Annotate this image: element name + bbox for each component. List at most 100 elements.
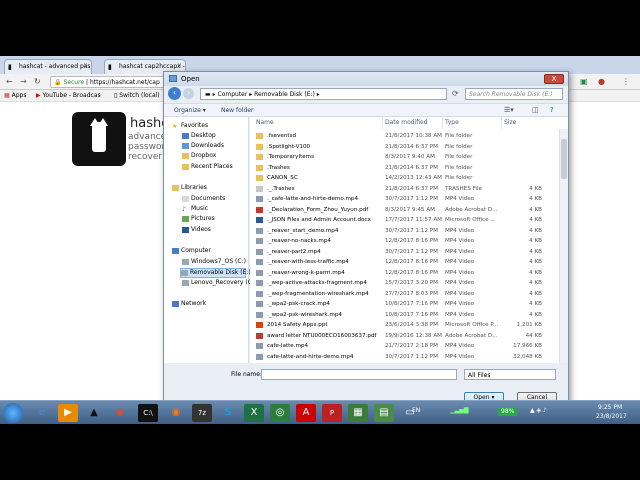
- dialog-close-button[interactable]: X: [544, 74, 564, 84]
- nav-computer[interactable]: Computer: [172, 247, 211, 257]
- file-row[interactable]: ._reaver-wrong-k-parm.mp4 12/8/2017 8:16 …: [250, 268, 550, 278]
- nav-music[interactable]: ♪ Music: [182, 205, 208, 215]
- breadcrumb-computer[interactable]: Computer: [218, 91, 248, 98]
- opera-extension-icon[interactable]: ●: [598, 77, 605, 86]
- file-row[interactable]: ._wep-fragmentation-wireshark.mp4 27/7/20…: [250, 289, 550, 299]
- file-row[interactable]: 2014 Safety Apps.ppt 23/6/2014 3:38 PM Mic…: [250, 320, 550, 330]
- menu-icon[interactable]: ⋮: [622, 77, 630, 86]
- file-row[interactable]: CANON_SC 14/2/2013 12:43 AM File folder: [250, 173, 550, 183]
- scrollbar-thumb[interactable]: [561, 139, 567, 179]
- nav-videos[interactable]: Videos: [182, 226, 211, 236]
- terminal-icon[interactable]: C:\: [138, 404, 158, 422]
- nav-dropbox[interactable]: Dropbox: [182, 152, 216, 162]
- acrobat-icon[interactable]: A: [296, 404, 316, 422]
- url-bar[interactable]: 🔒 Secure | https://hashcat.net/cap: [50, 76, 168, 88]
- dialog-title-bar[interactable]: Open X: [164, 72, 568, 86]
- view-options-icon[interactable]: ☰▾: [504, 106, 514, 114]
- file-size: 44 KB: [525, 332, 542, 339]
- clock-time[interactable]: 9:25 PM: [598, 404, 622, 411]
- reload-icon[interactable]: ↻: [34, 77, 41, 86]
- nav-recent-places[interactable]: Recent Places: [182, 163, 233, 173]
- column-header-name[interactable]: Name: [256, 119, 274, 126]
- file-row[interactable]: ._.Trashes 21/8/2014 6:37 PM TRASHES File 4…: [250, 184, 550, 194]
- nav-pictures[interactable]: Pictures: [182, 215, 215, 225]
- new-folder-button[interactable]: New folder: [221, 107, 253, 114]
- browser-tab[interactable]: ▮ hashcat - advanced pas ×: [4, 59, 92, 74]
- file-row[interactable]: .Trashes 21/8/2014 6:37 PM File folder: [250, 163, 550, 173]
- column-separator[interactable]: [442, 117, 443, 129]
- address-bar[interactable]: ▬ ▸ Computer ▸ Removable Disk (E:) ▸: [200, 88, 447, 100]
- bookmark-apps[interactable]: ▦ Apps: [4, 92, 26, 99]
- nav-favorites[interactable]: ★ Favorites: [172, 122, 208, 132]
- file-type-select[interactable]: All Files: [464, 369, 556, 380]
- refresh-icon[interactable]: ⟳: [452, 89, 459, 98]
- close-tab-icon[interactable]: ×: [83, 62, 88, 69]
- file-name: ._wpa2-psk-wireshark.mp4: [267, 311, 342, 318]
- file-row[interactable]: .TemporaryItems 8/3/2017 9:40 AM File fold…: [250, 152, 550, 162]
- preview-pane-icon[interactable]: ◫: [532, 106, 539, 114]
- start-button[interactable]: [3, 403, 23, 423]
- firefox-icon[interactable]: ◉: [166, 404, 186, 422]
- file-row[interactable]: ._reaver-with-less-traffic.mp4 12/8/2017 …: [250, 257, 550, 267]
- file-row[interactable]: cafe-latte-and-hirte-demo.mp4 30/7/2017 1…: [250, 352, 550, 362]
- nav-documents[interactable]: Documents: [182, 195, 225, 205]
- nav-libraries[interactable]: Libraries: [172, 184, 207, 194]
- file-row[interactable]: ._wpa2-psk-wireshark.mp4 10/8/2017 7:16 P…: [250, 310, 550, 320]
- tray-icons[interactable]: ▲ ◈ ♪: [530, 407, 547, 414]
- nav-desktop[interactable]: Desktop: [182, 132, 216, 142]
- file-row[interactable]: .Spotlight-V100 21/8/2014 6:37 PM File fol…: [250, 142, 550, 152]
- file-row[interactable]: ._JSON Files and Admin Account.docx 17/7/…: [250, 215, 550, 225]
- column-separator[interactable]: [382, 117, 383, 129]
- file-row[interactable]: cafe-latte.mp4 21/7/2017 2:18 PM MP4 Video…: [250, 341, 550, 351]
- chrome-icon[interactable]: ◉: [110, 404, 130, 422]
- forward-button[interactable]: ›: [183, 88, 194, 99]
- excel-icon[interactable]: X: [244, 404, 264, 422]
- battery-indicator[interactable]: 98%: [498, 407, 518, 416]
- nav-windows-drive[interactable]: Windows7_OS (C:): [182, 258, 246, 268]
- nav-lenovo-recovery[interactable]: Lenovo_Recovery (C: [182, 279, 252, 289]
- vertical-scrollbar[interactable]: [559, 129, 568, 363]
- signal-icon[interactable]: ▁▃▅▇: [450, 407, 468, 414]
- file-row[interactable]: award letter NTU000ECO16003637.pdf 19/9/2…: [250, 331, 550, 341]
- extension-icon[interactable]: ▣: [580, 77, 588, 86]
- file-row[interactable]: ._cafe-latte-and-hirte-demo.mp4 30/7/2017…: [250, 194, 550, 204]
- hashcat-app-icon[interactable]: ▲: [84, 404, 104, 422]
- file-row[interactable]: ._reaver_start_demo.mp4 30/7/2017 1:12 PM…: [250, 226, 550, 236]
- nav-network[interactable]: Network: [172, 300, 206, 310]
- file-row[interactable]: ._wpa2-psk-crack.mp4 10/8/2017 7:16 PM MP4…: [250, 299, 550, 309]
- bookmark-switch[interactable]: ▯ Switch (local): [114, 92, 160, 99]
- media-player-icon[interactable]: ▶: [58, 404, 78, 422]
- 7zip-icon[interactable]: 7z: [192, 404, 212, 422]
- chart-app-icon[interactable]: ▦: [348, 404, 368, 422]
- forward-arrow-icon[interactable]: →: [20, 77, 27, 86]
- language-indicator[interactable]: EN: [412, 407, 420, 414]
- back-arrow-icon[interactable]: ←: [6, 77, 13, 86]
- column-header-size[interactable]: Size: [504, 119, 516, 126]
- column-header-type[interactable]: Type: [445, 119, 459, 126]
- bookmark-youtube[interactable]: ▶ YouTube - Broadcas: [36, 92, 101, 99]
- spreadsheet-app-icon[interactable]: ▤: [374, 404, 394, 422]
- file-row[interactable]: ._Declaration_Form_Zhou_Yuyun.pdf 8/3/201…: [250, 205, 550, 215]
- skype-icon[interactable]: S: [218, 404, 238, 422]
- breadcrumb-removable-disk[interactable]: Removable Disk (E:): [254, 91, 315, 98]
- column-header-date[interactable]: Date modified: [385, 119, 428, 126]
- search-input[interactable]: Search Removable Disk (E:): [465, 88, 563, 100]
- file-row[interactable]: ._wep-active-attacks-fragment.mp4 15/7/20…: [250, 278, 550, 288]
- file-row[interactable]: .fseventsd 21/8/2017 10:38 AM File folder: [250, 131, 550, 141]
- back-button[interactable]: ‹: [168, 87, 181, 100]
- column-separator[interactable]: [501, 117, 502, 129]
- help-icon[interactable]: ?: [550, 106, 554, 114]
- nav-removable-disk[interactable]: Removable Disk (E:): [180, 268, 251, 278]
- powerpoint-icon[interactable]: P: [322, 404, 342, 422]
- file-name-input[interactable]: [261, 369, 457, 380]
- ie-icon[interactable]: e: [32, 404, 52, 422]
- organize-button[interactable]: Organize ▾: [174, 107, 206, 114]
- green-app-icon[interactable]: ◎: [270, 404, 290, 422]
- nav-downloads[interactable]: Downloads: [182, 142, 224, 152]
- file-row[interactable]: ._reaver-part2.mp4 30/7/2017 1:12 PM MP4 V…: [250, 247, 550, 257]
- file-size: 4 KB: [529, 280, 542, 286]
- close-tab-icon[interactable]: ×: [177, 62, 182, 69]
- file-row[interactable]: ._reaver-no-nacks.mp4 12/8/2017 8:16 PM MP…: [250, 236, 550, 246]
- file-size: 4 KB: [529, 227, 542, 234]
- hashcat-logo: [72, 112, 126, 166]
